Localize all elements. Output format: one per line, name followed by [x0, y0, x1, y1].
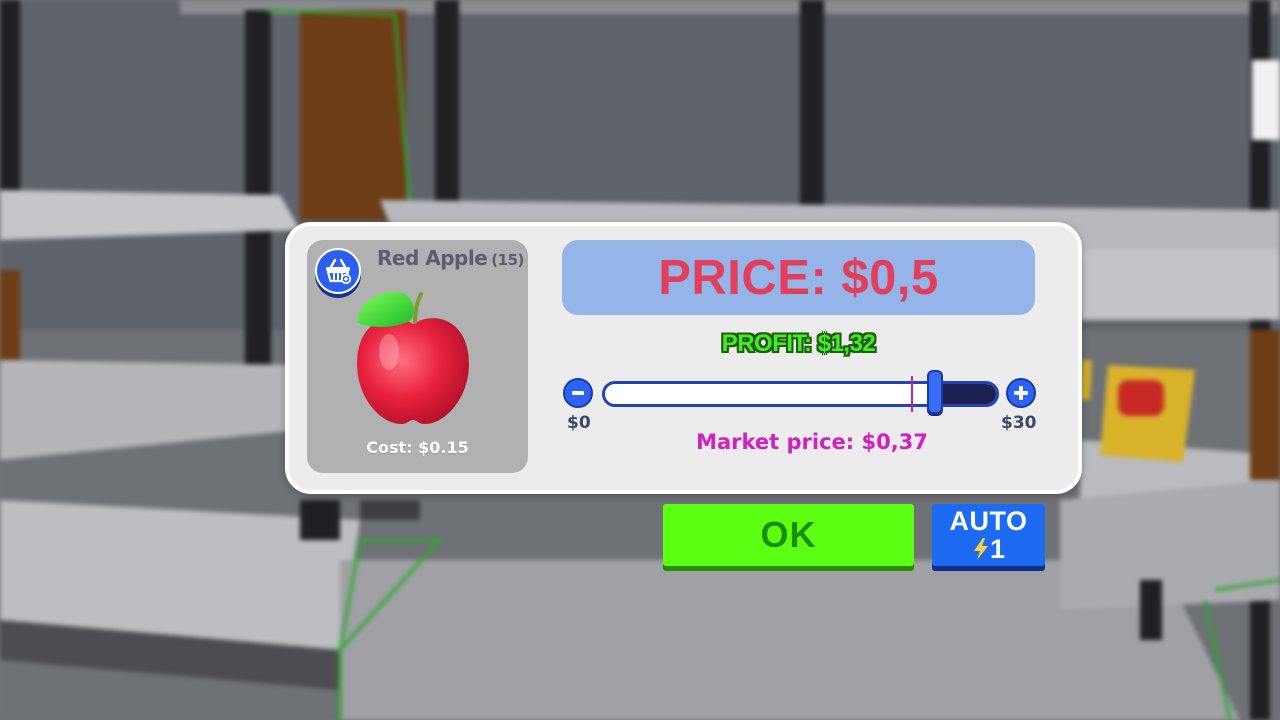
plus-icon: [1014, 386, 1028, 400]
market-price-marker: [910, 376, 913, 412]
auto-button-label: AUTO: [949, 505, 1028, 536]
item-name-text: Red Apple: [377, 246, 488, 270]
ok-button-label: OK: [760, 514, 817, 555]
pricing-dialog: Red Apple (15) Cost: $0.15 PRICE: $0,5 P…: [285, 222, 1082, 494]
red-apple-image: [357, 291, 469, 424]
auto-button[interactable]: AUTO 1: [932, 504, 1045, 566]
price-panel: PRICE: $0,5: [562, 240, 1035, 315]
market-price-text: Market price: $0,37: [696, 430, 928, 454]
price-display: PRICE: $0,5: [658, 250, 939, 305]
item-name: Red Apple (15): [377, 246, 524, 270]
minus-icon: [572, 391, 584, 395]
item-card: Red Apple (15) Cost: $0.15: [307, 240, 528, 473]
decrease-price-button[interactable]: [563, 378, 593, 408]
price-slider-handle[interactable]: [927, 370, 944, 414]
increase-price-button[interactable]: [1006, 378, 1036, 408]
profit-display: PROFIT: $1,32: [721, 330, 876, 357]
auto-count: 1: [989, 533, 1006, 564]
ok-button[interactable]: OK: [663, 504, 914, 566]
auto-count-row: 1: [972, 533, 1006, 564]
item-quantity: (15): [491, 251, 524, 269]
lightning-bolt-icon: [973, 538, 988, 560]
shopping-basket-icon: [326, 258, 352, 284]
item-cost: Cost: $0.15: [366, 438, 469, 457]
